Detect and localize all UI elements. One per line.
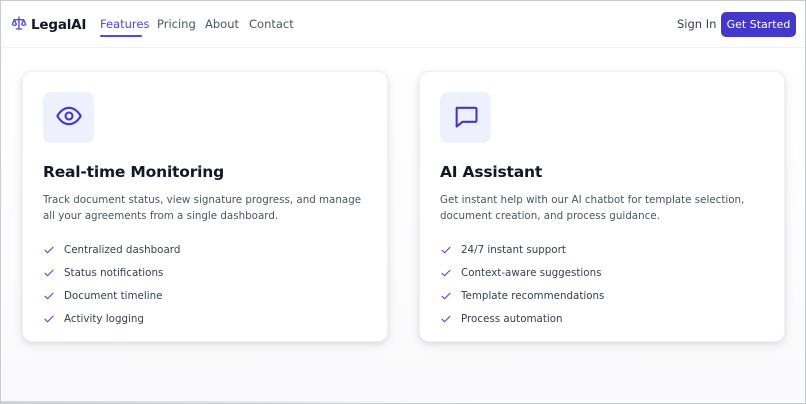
- feature-item: Centralized dashboard: [43, 238, 180, 261]
- eye-icon: [55, 102, 83, 134]
- feature-item: Document timeline: [43, 284, 180, 307]
- feature-label: Status notifications: [64, 266, 164, 279]
- features-section: Real-time Monitoring Track document stat…: [1, 49, 805, 403]
- checkmark-icon: [441, 292, 451, 299]
- feature-label: Centralized dashboard: [64, 243, 181, 256]
- feature-label: Document timeline: [64, 289, 163, 302]
- scale-icon: [11, 15, 27, 35]
- feature-item: Activity logging: [43, 307, 180, 330]
- nav-link-features[interactable]: Features: [100, 17, 149, 31]
- checkmark-icon: [44, 246, 54, 253]
- feature-label: Activity logging: [64, 312, 144, 325]
- checkmark-icon: [44, 292, 54, 299]
- checkmark-icon: [441, 246, 451, 253]
- feature-item: Template recommendations: [440, 284, 604, 307]
- card-title: Real-time Monitoring: [43, 163, 225, 181]
- sign-in-link[interactable]: Sign In: [677, 17, 716, 31]
- horizontal-scrollbar[interactable]: [1, 401, 805, 403]
- feature-list: Centralized dashboard Status notificatio…: [43, 238, 180, 330]
- feature-label: Template recommendations: [461, 289, 605, 302]
- brand-logo[interactable]: LegalAI: [11, 15, 86, 35]
- active-nav-indicator: [100, 35, 142, 37]
- nav-link-contact[interactable]: Contact: [249, 17, 294, 31]
- feature-card-ai-assistant: AI Assistant Get instant help with our A…: [419, 71, 785, 342]
- get-started-button[interactable]: Get Started: [721, 12, 796, 37]
- feature-item: 24/7 instant support: [440, 238, 604, 261]
- feature-label: Process automation: [461, 312, 563, 325]
- feature-label: 24/7 instant support: [461, 243, 566, 256]
- chat-bubble-icon: [452, 102, 480, 134]
- card-description: Get instant help with our AI chatbot for…: [440, 194, 745, 222]
- feature-item: Process automation: [440, 307, 604, 330]
- feature-list: 24/7 instant support Context-aware sugge…: [440, 238, 604, 330]
- feature-label: Context-aware suggestions: [461, 266, 602, 279]
- checkmark-icon: [441, 269, 451, 276]
- nav-link-about[interactable]: About: [205, 17, 239, 31]
- feature-icon-box: [43, 92, 94, 143]
- feature-icon-box: [440, 92, 491, 143]
- feature-item: Status notifications: [43, 261, 180, 284]
- card-title: AI Assistant: [440, 163, 543, 181]
- brand-name: LegalAI: [31, 17, 87, 33]
- nav-link-pricing[interactable]: Pricing: [157, 17, 196, 31]
- checkmark-icon: [44, 269, 54, 276]
- top-navbar: LegalAI Features Pricing About Contact S…: [1, 1, 805, 48]
- checkmark-icon: [441, 315, 451, 322]
- feature-item: Context-aware suggestions: [440, 261, 604, 284]
- feature-card-monitoring: Real-time Monitoring Track document stat…: [22, 71, 388, 342]
- checkmark-icon: [44, 315, 54, 322]
- card-description: Track document status, view signature pr…: [43, 194, 362, 222]
